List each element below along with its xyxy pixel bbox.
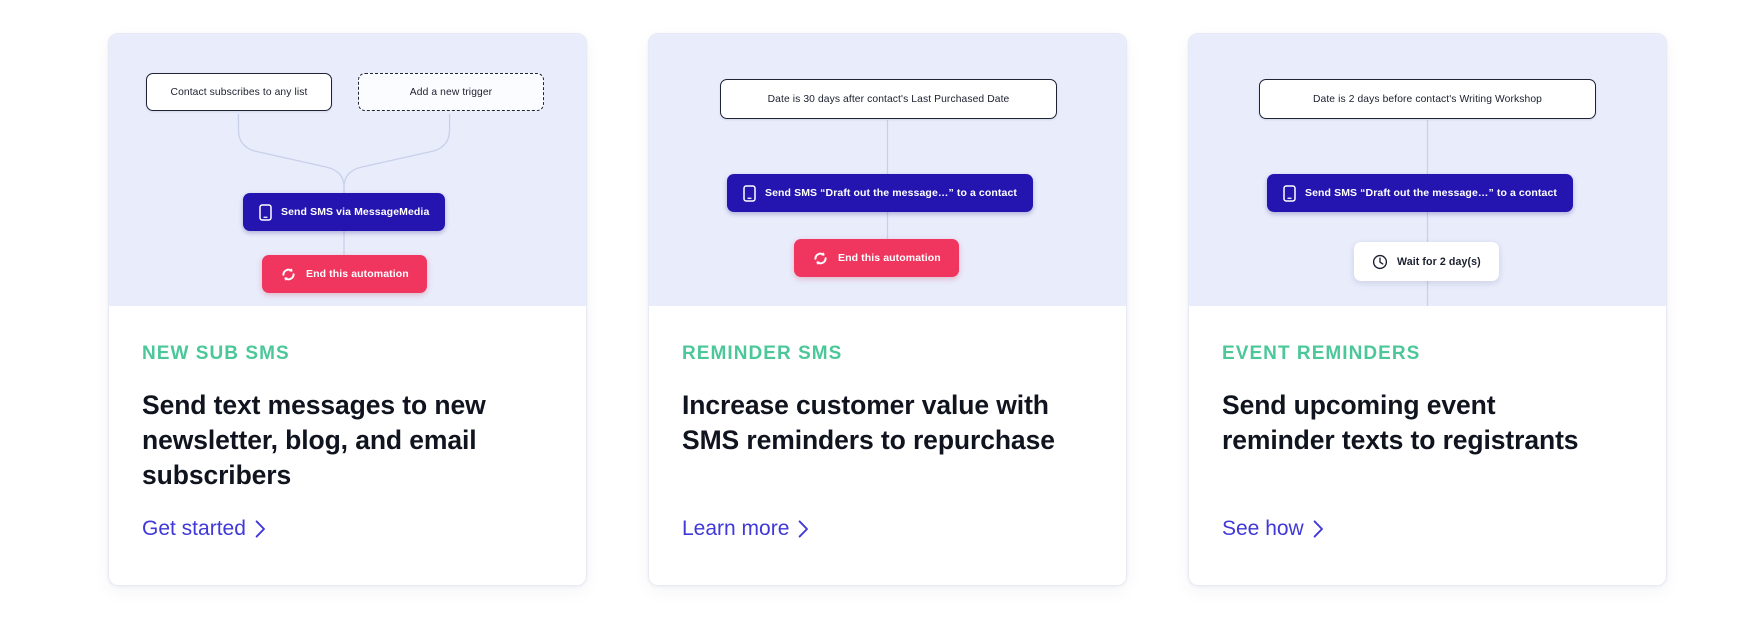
card-cta-link[interactable]: Get started [142, 517, 266, 541]
diagram-node-add-trigger[interactable]: Add a new trigger [358, 73, 544, 111]
diagram-node-end-automation[interactable]: End this automation [794, 239, 959, 277]
node-label: Date is 30 days after contact's Last Pur… [767, 93, 1010, 105]
card-body: NEW SUB SMS Send text messages to new ne… [109, 306, 586, 585]
diagram-node-send-sms[interactable]: Send SMS “Draft out the message…” to a c… [727, 174, 1033, 212]
node-label: Send SMS “Draft out the message…” to a c… [1305, 187, 1557, 199]
diagram-node-end-automation[interactable]: End this automation [262, 255, 427, 293]
node-label: Send SMS via MessageMedia [281, 206, 430, 218]
automation-diagram: Contact subscribes to any list Add a new… [109, 34, 586, 306]
node-label: Send SMS “Draft out the message…” to a c… [765, 187, 1017, 199]
automation-diagram: Date is 2 days before contact's Writing … [1189, 34, 1666, 306]
chevron-right-icon [798, 520, 809, 538]
diagram-node-wait[interactable]: Wait for 2 day(s) [1354, 242, 1499, 281]
diagram-node-send-sms[interactable]: Send SMS via MessageMedia [243, 193, 446, 231]
automation-diagram: Date is 30 days after contact's Last Pur… [649, 34, 1126, 306]
recipe-card-new-sub-sms[interactable]: Contact subscribes to any list Add a new… [108, 33, 587, 586]
card-body: EVENT REMINDERS Send upcoming event remi… [1189, 306, 1666, 585]
node-label: Date is 2 days before contact's Writing … [1312, 93, 1542, 105]
clock-icon [1372, 254, 1388, 270]
node-label: Add a new trigger [409, 86, 493, 98]
mobile-phone-icon [1283, 184, 1296, 202]
recipe-card-event-reminders[interactable]: Date is 2 days before contact's Writing … [1188, 33, 1667, 586]
card-headline: Send text messages to new newsletter, bl… [142, 390, 486, 491]
recipe-card-row: Contact subscribes to any list Add a new… [0, 0, 1763, 586]
diagram-node-trigger[interactable]: Date is 2 days before contact's Writing … [1259, 79, 1596, 119]
mobile-phone-icon [259, 203, 272, 221]
diagram-node-trigger[interactable]: Contact subscribes to any list [146, 73, 332, 111]
card-cta-label: Learn more [682, 517, 790, 540]
loop-arrows-icon [280, 266, 297, 283]
card-cta-label: See how [1222, 517, 1304, 540]
node-label: End this automation [306, 268, 409, 280]
node-label: End this automation [838, 252, 941, 264]
node-label: Wait for 2 day(s) [1397, 255, 1481, 268]
card-eyebrow: REMINDER SMS [682, 343, 843, 364]
card-body: REMINDER SMS Increase customer value wit… [649, 306, 1126, 585]
card-eyebrow: NEW SUB SMS [142, 343, 290, 364]
card-headline: Increase customer value with SMS reminde… [682, 390, 1055, 456]
chevron-right-icon [255, 520, 266, 538]
card-cta-label: Get started [142, 517, 246, 540]
node-label: Contact subscribes to any list [170, 86, 308, 98]
loop-arrows-icon [812, 250, 829, 267]
card-cta-link[interactable]: Learn more [682, 517, 809, 541]
card-eyebrow: EVENT REMINDERS [1222, 343, 1421, 364]
diagram-node-trigger[interactable]: Date is 30 days after contact's Last Pur… [720, 79, 1057, 119]
card-cta-link[interactable]: See how [1222, 517, 1324, 541]
mobile-phone-icon [743, 184, 756, 202]
recipe-card-reminder-sms[interactable]: Date is 30 days after contact's Last Pur… [648, 33, 1127, 586]
diagram-node-send-sms[interactable]: Send SMS “Draft out the message…” to a c… [1267, 174, 1573, 212]
card-headline: Send upcoming event reminder texts to re… [1222, 390, 1579, 456]
chevron-right-icon [1313, 520, 1324, 538]
